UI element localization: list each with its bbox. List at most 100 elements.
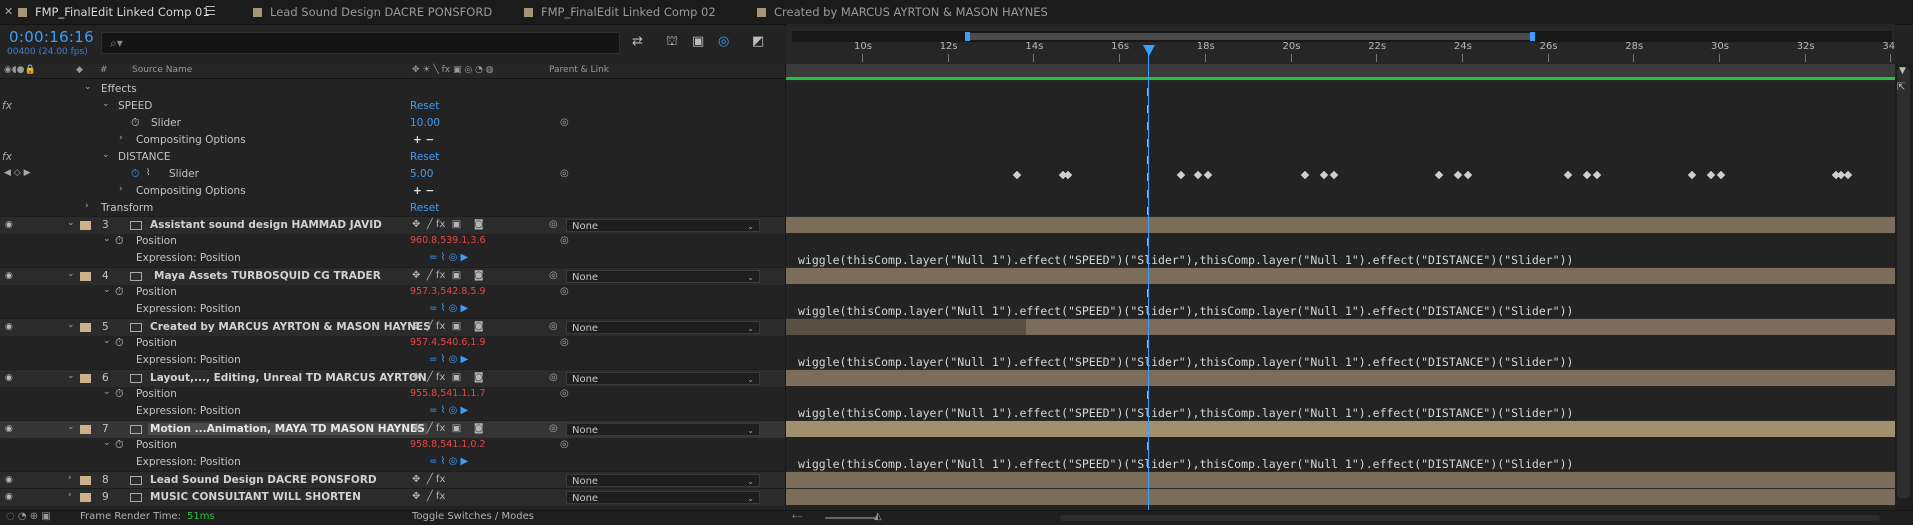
- layer-row[interactable]: ◉ › 8 Lead Sound Design DACRE PONSFORD ✥…: [0, 471, 785, 489]
- stopwatch-icon[interactable]: ⏱: [115, 285, 124, 299]
- layer-label-color[interactable]: [80, 272, 91, 281]
- layer-switches[interactable]: ✥ ╱ fx ▣ ◙: [412, 372, 484, 383]
- eye-icon[interactable]: ◉: [5, 492, 13, 502]
- source-name-header[interactable]: Source Name: [132, 65, 192, 75]
- parent-dropdown[interactable]: None ⌄: [566, 372, 760, 385]
- pickwhip-icon[interactable]: ◎: [560, 235, 569, 246]
- parent-dropdown[interactable]: None ⌄: [566, 474, 760, 487]
- layer-row[interactable]: ◉ › 9 MUSIC CONSULTANT WILL SHORTEN ✥ ╱ …: [0, 488, 785, 506]
- position-row[interactable]: ⌄ ⏱ Position 957.4,540.6,1.9 ◎: [0, 335, 785, 352]
- layer-duration-bar[interactable]: [786, 318, 1895, 335]
- layer-row[interactable]: ◉ ⌄ 3 Assistant sound design HAMMAD JAVI…: [0, 216, 785, 234]
- layer-switches[interactable]: ✥ ╱ fx: [412, 491, 445, 502]
- expression-controls[interactable]: = ⌇ ◎ ▶: [429, 405, 468, 416]
- effect-speed-row[interactable]: fx ⌄ SPEED Reset: [0, 98, 785, 115]
- layer-row[interactable]: ◉ ⌄ 5 Created by MARCUS AYRTON & MASON H…: [0, 318, 785, 336]
- layer-label-color[interactable]: [80, 323, 91, 332]
- expression-row[interactable]: Expression: Position = ⌇ ◎ ▶: [0, 403, 785, 420]
- zoom-handle-icon[interactable]: ⇱: [1897, 82, 1905, 93]
- chevron-down-icon[interactable]: ⌄: [103, 234, 111, 244]
- layer-name[interactable]: MUSIC CONSULTANT WILL SHORTEN: [150, 491, 361, 503]
- expression-controls[interactable]: = ⌇ ◎ ▶: [429, 456, 468, 467]
- add-remove-mask-buttons[interactable]: + −: [413, 134, 434, 146]
- expression-row[interactable]: Expression: Position = ⌇ ◎ ▶: [0, 352, 785, 369]
- layer-label-color[interactable]: [80, 476, 91, 485]
- graph-editor-icon[interactable]: ◩: [752, 34, 764, 49]
- horizontal-scrollbar[interactable]: [1060, 515, 1880, 521]
- time-navigator-start-handle[interactable]: [965, 32, 970, 41]
- position-row[interactable]: ⌄ ⏱ Position 958.8,541.1,0.2 ◎: [0, 437, 785, 454]
- layer-duration-bar[interactable]: [786, 267, 1895, 284]
- zoom-slider[interactable]: [825, 517, 875, 519]
- position-row[interactable]: ⌄ ⏱ Position 960.8,539.1,3.6 ◎: [0, 233, 785, 250]
- parent-dropdown[interactable]: None ⌄: [566, 491, 760, 504]
- chevron-right-icon[interactable]: ›: [119, 133, 123, 143]
- speed-slider-row[interactable]: ⏱ Slider 10.00 ◎: [0, 115, 785, 132]
- pickwhip-icon[interactable]: ◎: [560, 388, 569, 399]
- expression-row[interactable]: Expression: Position = ⌇ ◎ ▶: [0, 301, 785, 318]
- layer-duration-bar[interactable]: [786, 369, 1895, 386]
- chevron-right-icon[interactable]: ›: [68, 490, 72, 500]
- tab-lead-sound[interactable]: Lead Sound Design DACRE PONSFORD: [253, 0, 492, 24]
- layer-switches[interactable]: ✥ ╱ fx ▣ ◙: [412, 321, 484, 332]
- chevron-right-icon[interactable]: ›: [68, 473, 72, 483]
- render-status-icons[interactable]: ◌ ◔ ⊕ ▣: [6, 511, 51, 522]
- work-area-bar[interactable]: [786, 64, 1895, 78]
- eye-icon[interactable]: ◉: [5, 271, 13, 281]
- chevron-down-icon[interactable]: ⌄: [67, 320, 75, 330]
- layer-row[interactable]: ◉ ⌄ 4 Maya Assets TURBOSQUID CG TRADER ✥…: [0, 267, 785, 285]
- tab-created-by[interactable]: Created by MARCUS AYRTON & MASON HAYNES: [757, 0, 1048, 24]
- position-value[interactable]: 960.8,539.1,3.6: [410, 235, 486, 246]
- draft-3d-icon[interactable]: ⛫: [666, 34, 678, 51]
- zoom-in-icon[interactable]: ◭: [874, 511, 882, 522]
- compositing-options-row[interactable]: › Compositing Options + −: [0, 183, 785, 200]
- time-navigator-range[interactable]: [967, 33, 1532, 40]
- stopwatch-icon[interactable]: ⏱: [115, 438, 124, 452]
- expression-text[interactable]: wiggle(thisComp.layer("Null 1").effect("…: [798, 355, 1573, 369]
- toggle-switches-modes-button[interactable]: Toggle Switches / Modes: [412, 511, 534, 522]
- eye-icon[interactable]: ◉: [5, 220, 13, 230]
- chevron-down-icon[interactable]: ⌄: [67, 371, 75, 381]
- position-value[interactable]: 957.3,542.8,5.9: [410, 286, 486, 297]
- pickwhip-icon[interactable]: ◎: [549, 321, 558, 332]
- eye-icon[interactable]: ◉◖●🔒: [4, 65, 36, 75]
- chevron-down-icon[interactable]: ⌄: [103, 387, 111, 397]
- chevron-down-icon[interactable]: ⌄: [102, 99, 110, 109]
- effect-distance-row[interactable]: fx ⌄ DISTANCE Reset: [0, 149, 785, 166]
- layer-switches[interactable]: ✥ ╱ fx ▣ ◙: [412, 423, 484, 434]
- expression-text[interactable]: wiggle(thisComp.layer("Null 1").effect("…: [798, 406, 1573, 420]
- layer-name[interactable]: Layout,..., Editing, Unreal TD MARCUS AY…: [150, 372, 427, 384]
- playhead-handle[interactable]: [1143, 45, 1155, 56]
- tab-comp-02[interactable]: FMP_FinalEdit Linked Comp 02: [524, 0, 716, 24]
- expression-text[interactable]: wiggle(thisComp.layer("Null 1").effect("…: [798, 253, 1573, 267]
- add-remove-mask-buttons[interactable]: + −: [413, 185, 434, 197]
- layer-name[interactable]: Maya Assets TURBOSQUID CG TRADER: [154, 270, 381, 282]
- layer-name[interactable]: Motion ...Animation, MAYA TD MASON HAYNE…: [148, 423, 427, 435]
- graph-icon[interactable]: ⌇: [146, 168, 150, 178]
- layer-switches[interactable]: ✥ ╱ fx: [412, 474, 445, 485]
- layer-label-color[interactable]: [80, 425, 91, 434]
- pickwhip-icon[interactable]: ◎: [560, 117, 569, 128]
- expression-text[interactable]: wiggle(thisComp.layer("Null 1").effect("…: [798, 457, 1573, 471]
- motion-blur-icon[interactable]: ◎: [718, 34, 729, 49]
- pickwhip-icon[interactable]: ◎: [560, 439, 569, 450]
- eye-icon[interactable]: ◉: [5, 373, 13, 383]
- layer-number-header[interactable]: #: [100, 65, 108, 75]
- parent-dropdown[interactable]: None ⌄: [566, 219, 760, 232]
- pickwhip-icon[interactable]: ◎: [549, 219, 558, 230]
- layer-switches[interactable]: ✥ ╱ fx ▣ ◙: [412, 219, 484, 230]
- reset-link[interactable]: Reset: [410, 202, 439, 214]
- chevron-down-icon[interactable]: ⌄: [103, 336, 111, 346]
- position-value[interactable]: 958.8,541.1,0.2: [410, 439, 486, 450]
- slider-value[interactable]: 5.00: [410, 168, 433, 180]
- compositing-options-row[interactable]: › Compositing Options + −: [0, 132, 785, 149]
- chevron-down-icon[interactable]: ⌄: [84, 82, 92, 92]
- expression-row[interactable]: Expression: Position = ⌇ ◎ ▶: [0, 250, 785, 267]
- close-icon[interactable]: ✕: [4, 0, 13, 24]
- effects-group-row[interactable]: ⌄ Effects: [0, 81, 785, 98]
- layer-row-selected[interactable]: ◉ ⌄ 7 Motion ...Animation, MAYA TD MASON…: [0, 420, 785, 438]
- parent-dropdown[interactable]: None ⌄: [566, 321, 760, 334]
- parent-link-header[interactable]: Parent & Link: [549, 65, 609, 75]
- playhead-line[interactable]: [1148, 45, 1149, 524]
- fx-icon[interactable]: fx: [2, 100, 12, 112]
